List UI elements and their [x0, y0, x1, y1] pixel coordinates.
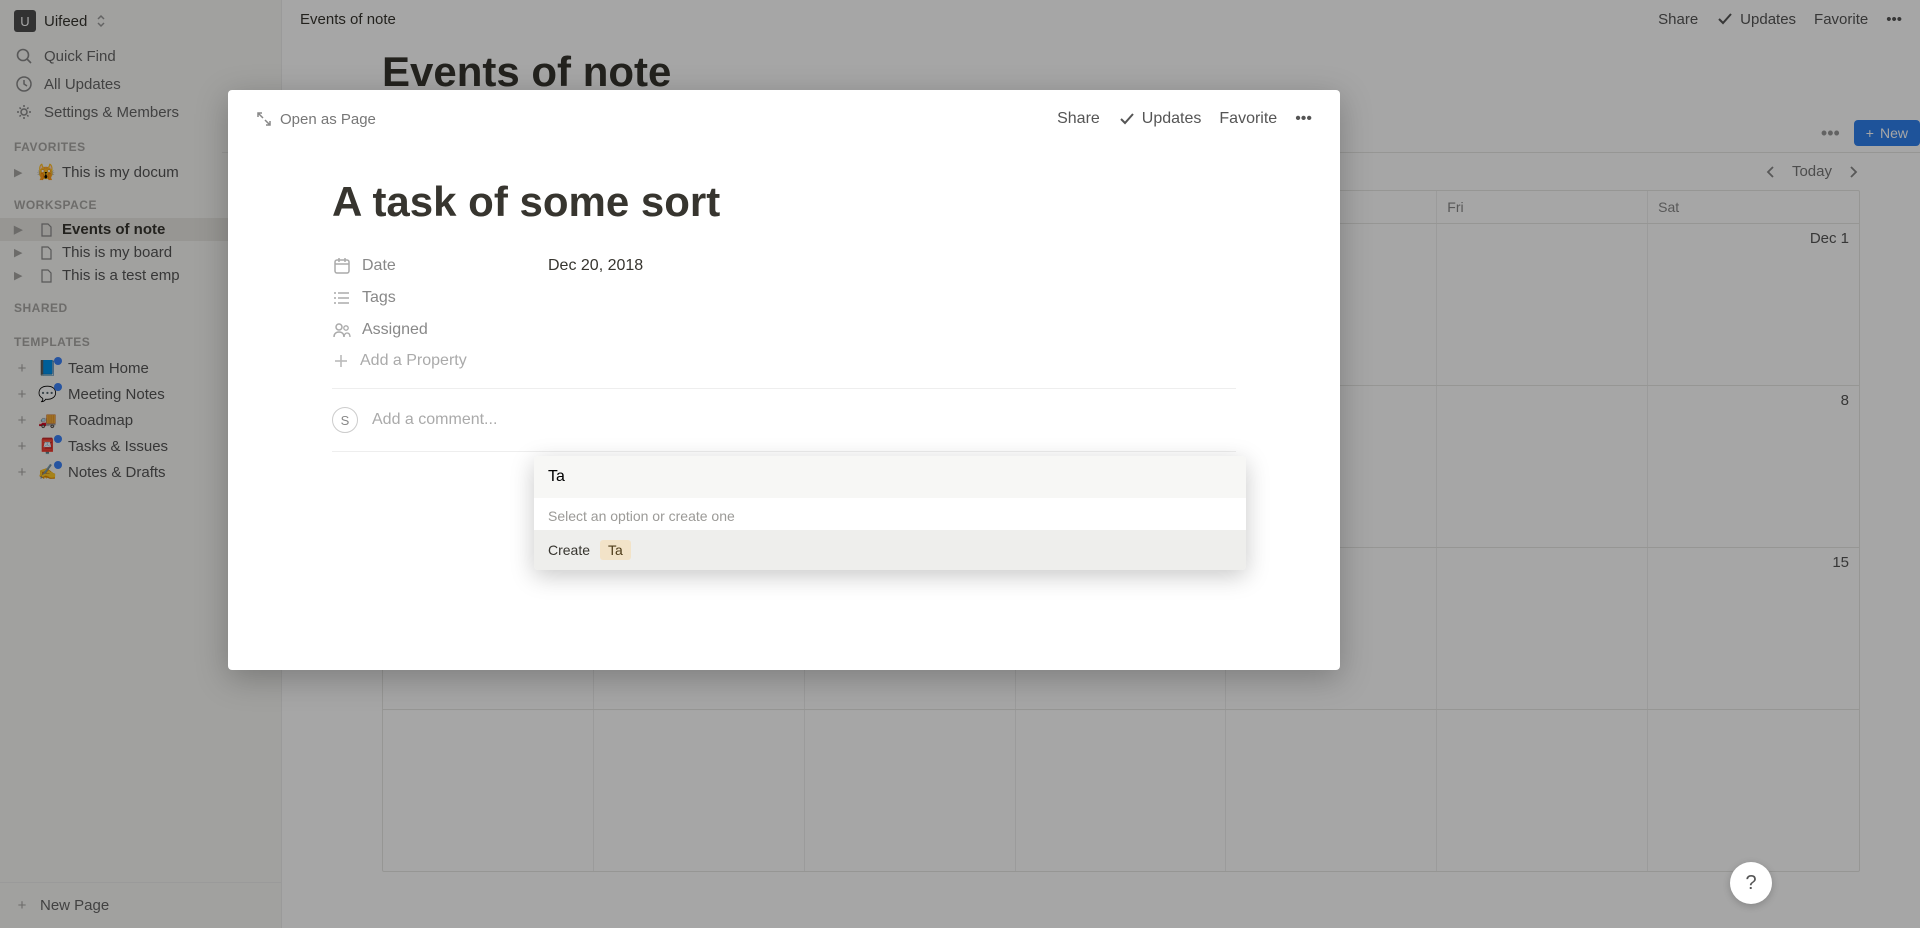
expand-icon	[256, 111, 272, 127]
modal-title[interactable]: A task of some sort	[228, 138, 1340, 250]
comment-placeholder[interactable]: Add a comment...	[372, 411, 497, 429]
modal-more-button[interactable]: •••	[1295, 110, 1312, 128]
create-tag-option[interactable]: Create Ta	[534, 530, 1246, 570]
property-date[interactable]: Date Dec 20, 2018	[228, 250, 1340, 282]
tag-chip: Ta	[600, 540, 631, 560]
avatar: S	[332, 407, 358, 433]
divider	[332, 388, 1236, 389]
modal-favorite-button[interactable]: Favorite	[1219, 110, 1277, 128]
list-icon	[332, 288, 352, 308]
open-as-page-label: Open as Page	[280, 111, 376, 128]
tags-input[interactable]	[534, 456, 1246, 498]
assigned-label: Assigned	[362, 321, 428, 339]
modal-updates-label: Updates	[1142, 110, 1202, 128]
tags-label: Tags	[362, 289, 396, 307]
calendar-icon	[332, 256, 352, 276]
modal-share-button[interactable]: Share	[1057, 110, 1100, 128]
add-property-button[interactable]: Add a Property	[228, 346, 1340, 376]
divider	[332, 451, 1236, 452]
property-tags[interactable]: Tags	[228, 282, 1340, 314]
comment-row[interactable]: S Add a comment...	[228, 401, 1340, 439]
tags-popover: Select an option or create one Create Ta	[534, 456, 1246, 570]
property-assigned[interactable]: Assigned	[228, 314, 1340, 346]
plus-icon	[332, 352, 350, 370]
check-icon	[1118, 110, 1136, 128]
help-button[interactable]: ?	[1730, 862, 1772, 904]
modal-updates-button[interactable]: Updates	[1118, 110, 1202, 128]
open-as-page-button[interactable]: Open as Page	[256, 111, 376, 128]
dots-icon: •••	[1295, 110, 1312, 128]
page-modal: Open as Page Share Updates Favorite ••• …	[228, 90, 1340, 670]
popover-hint: Select an option or create one	[534, 498, 1246, 530]
date-label: Date	[362, 257, 396, 275]
people-icon	[332, 320, 352, 340]
add-property-label: Add a Property	[360, 352, 467, 370]
create-label: Create	[548, 542, 590, 558]
date-value[interactable]: Dec 20, 2018	[548, 257, 643, 275]
